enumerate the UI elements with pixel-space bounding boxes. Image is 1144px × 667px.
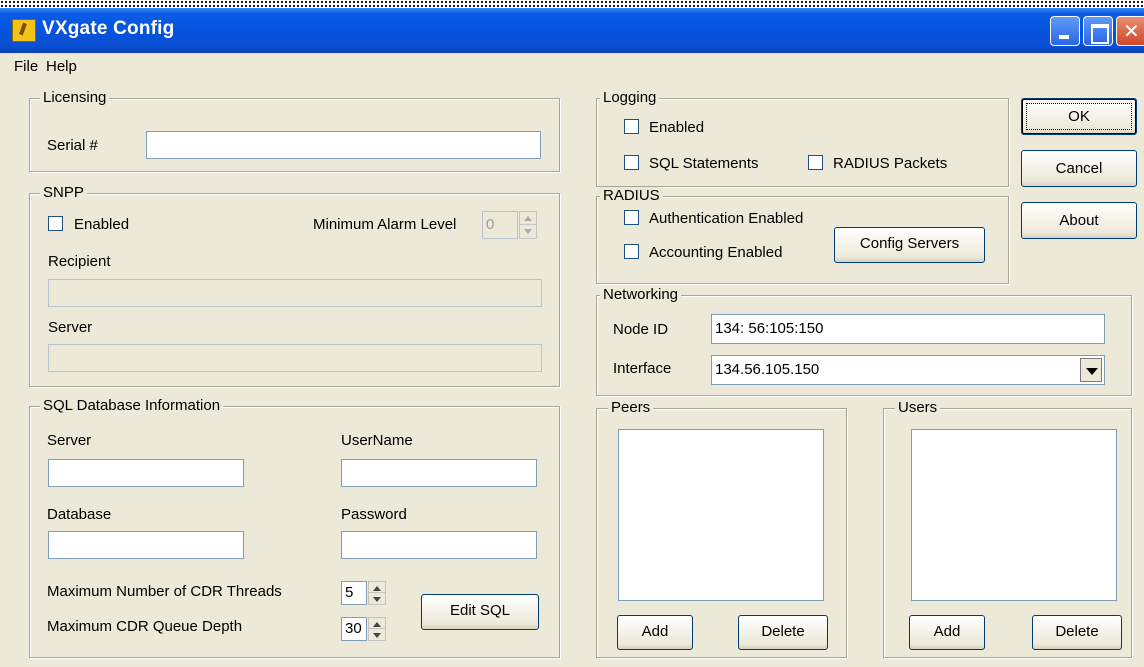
- sql-group: SQL Database Information Server UserName…: [29, 397, 560, 658]
- max-queue-input[interactable]: 30: [341, 617, 367, 641]
- sql-server-input[interactable]: [48, 459, 244, 487]
- menu-file[interactable]: File: [14, 58, 38, 75]
- max-queue-label: Maximum CDR Queue Depth: [47, 618, 243, 635]
- spin-up-icon[interactable]: [369, 582, 385, 593]
- users-add-button[interactable]: Add: [909, 615, 985, 650]
- interface-label: Interface: [613, 360, 672, 377]
- screen-border: [0, 0, 1144, 8]
- close-button[interactable]: [1116, 16, 1144, 46]
- config-servers-label: Config Servers: [859, 235, 960, 252]
- radius-packets-checkbox[interactable]: [808, 155, 823, 170]
- radius-legend: RADIUS: [600, 187, 663, 205]
- peers-list[interactable]: [618, 429, 824, 601]
- username-input[interactable]: [341, 459, 537, 487]
- focus-rectangle: [1026, 103, 1132, 130]
- min-alarm-label: Minimum Alarm Level: [313, 216, 457, 233]
- radius-group: RADIUS Authentication Enabled Accounting…: [596, 187, 1009, 284]
- node-id-label: Node ID: [613, 321, 669, 338]
- password-input[interactable]: [341, 531, 537, 559]
- menu-help[interactable]: Help: [46, 58, 77, 75]
- chevron-down-icon[interactable]: [1080, 358, 1102, 382]
- sql-statements-checkbox[interactable]: [624, 155, 639, 170]
- spin-up-icon[interactable]: [520, 212, 536, 225]
- recipient-input[interactable]: [48, 279, 542, 307]
- min-alarm-input[interactable]: 0: [482, 211, 518, 239]
- snpp-legend: SNPP: [40, 184, 87, 202]
- peers-add-button[interactable]: Add: [617, 615, 693, 650]
- snpp-server-input[interactable]: [48, 344, 542, 372]
- logging-enabled-checkbox[interactable]: [624, 119, 639, 134]
- licensing-group: Licensing Serial #: [29, 89, 560, 172]
- acct-enabled-checkbox[interactable]: [624, 244, 639, 259]
- logging-enabled-label: Enabled: [649, 119, 705, 136]
- password-label: Password: [341, 506, 407, 523]
- serial-label: Serial #: [47, 137, 98, 154]
- auth-enabled-checkbox[interactable]: [624, 210, 639, 225]
- snpp-server-label: Server: [48, 319, 93, 336]
- about-label: About: [1059, 212, 1099, 229]
- snpp-enabled-label: Enabled: [74, 216, 130, 233]
- database-input[interactable]: [48, 531, 244, 559]
- vxgate-config-window: VXgate Config File Help Licensing Serial…: [0, 8, 1144, 667]
- sql-statements-label: SQL Statements: [649, 155, 759, 172]
- spin-down-icon[interactable]: [369, 593, 385, 604]
- max-threads-input[interactable]: 5: [341, 581, 367, 605]
- users-group: Users Add Delete: [883, 399, 1132, 658]
- username-label: UserName: [341, 432, 413, 449]
- maximize-button[interactable]: [1083, 16, 1113, 46]
- peers-group: Peers Add Delete: [596, 399, 847, 658]
- menu-bar: File Help: [0, 53, 1144, 83]
- window-title: VXgate Config: [42, 18, 175, 39]
- min-alarm-spinner[interactable]: [519, 211, 537, 239]
- acct-enabled-label: Accounting Enabled: [649, 244, 783, 261]
- ok-button[interactable]: OK: [1021, 98, 1137, 135]
- snpp-enabled-checkbox[interactable]: [48, 216, 63, 231]
- config-servers-button[interactable]: Config Servers: [834, 227, 985, 263]
- users-delete-button[interactable]: Delete: [1032, 615, 1122, 650]
- serial-input[interactable]: [146, 131, 541, 159]
- about-button[interactable]: About: [1021, 202, 1137, 239]
- max-threads-label: Maximum Number of CDR Threads: [47, 583, 282, 600]
- max-queue-spinner[interactable]: [368, 617, 386, 641]
- interface-select[interactable]: 134.56.105.150: [711, 355, 1105, 385]
- networking-group: Networking Node ID 134: 56:105:150 Inter…: [596, 286, 1132, 396]
- users-legend: Users: [895, 399, 941, 417]
- spin-down-icon[interactable]: [520, 225, 536, 238]
- edit-sql-button[interactable]: Edit SQL: [421, 594, 539, 630]
- logging-group: Logging Enabled SQL Statements RADIUS Pa…: [596, 89, 1009, 187]
- licensing-legend: Licensing: [40, 89, 110, 107]
- peers-delete-button[interactable]: Delete: [738, 615, 828, 650]
- sql-legend: SQL Database Information: [40, 397, 224, 415]
- auth-enabled-label: Authentication Enabled: [649, 210, 804, 227]
- logging-legend: Logging: [600, 89, 660, 107]
- title-bar[interactable]: VXgate Config: [0, 8, 1144, 53]
- radius-packets-label: RADIUS Packets: [833, 155, 948, 172]
- networking-legend: Networking: [600, 286, 682, 304]
- app-icon: [12, 19, 36, 42]
- minimize-button[interactable]: [1050, 16, 1080, 46]
- spin-down-icon[interactable]: [369, 629, 385, 640]
- edit-sql-label: Edit SQL: [449, 602, 511, 619]
- sql-server-label: Server: [47, 432, 92, 449]
- node-id-input[interactable]: 134: 56:105:150: [711, 314, 1105, 344]
- peers-legend: Peers: [608, 399, 654, 417]
- spin-up-icon[interactable]: [369, 618, 385, 629]
- recipient-label: Recipient: [48, 253, 111, 270]
- users-list[interactable]: [911, 429, 1117, 601]
- database-label: Database: [47, 506, 112, 523]
- max-threads-spinner[interactable]: [368, 581, 386, 605]
- interface-value: 134.56.105.150: [715, 361, 820, 378]
- cancel-button[interactable]: Cancel: [1021, 150, 1137, 187]
- snpp-group: SNPP Enabled Minimum Alarm Level 0 Recip…: [29, 184, 560, 387]
